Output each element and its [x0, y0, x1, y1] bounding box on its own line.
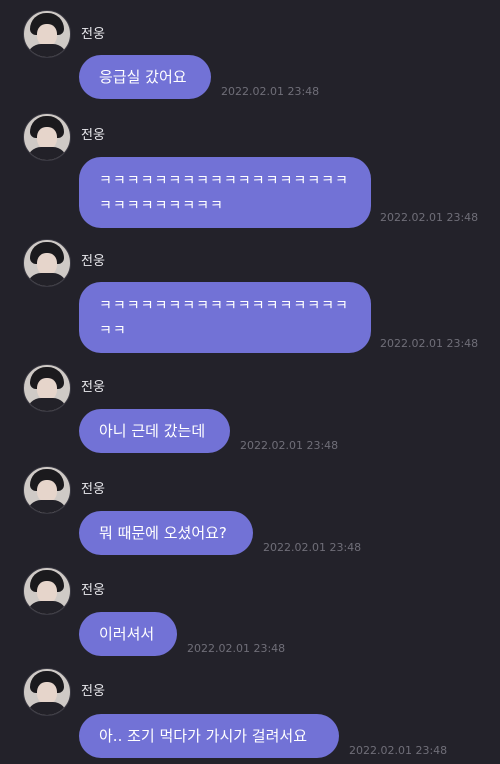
sender-name: 전웅	[81, 254, 105, 269]
message-timestamp: 2022.02.01 23:48	[221, 85, 320, 98]
avatar[interactable]	[23, 364, 71, 412]
message-bubble[interactable]: 뭐 때문에 오셨어요?	[79, 511, 253, 555]
message-bubble[interactable]: ㅋㅋㅋㅋㅋㅋㅋㅋㅋㅋㅋㅋㅋㅋㅋㅋㅋㅋ ㅋㅋ	[79, 282, 371, 353]
message-bubble[interactable]: 응급실 갔어요	[79, 55, 211, 99]
message-timestamp: 2022.02.01 23:48	[240, 439, 339, 452]
sender-name: 전웅	[81, 27, 105, 42]
avatar[interactable]	[23, 567, 71, 615]
avatar[interactable]	[23, 668, 71, 716]
message-timestamp: 2022.02.01 23:48	[380, 211, 479, 224]
message-bubble[interactable]: ㅋㅋㅋㅋㅋㅋㅋㅋㅋㅋㅋㅋㅋㅋㅋㅋㅋㅋ ㅋㅋㅋㅋㅋㅋㅋㅋㅋ	[79, 157, 371, 228]
message-timestamp: 2022.02.01 23:48	[349, 744, 448, 757]
sender-name: 전웅	[81, 128, 105, 143]
sender-name: 전웅	[81, 380, 105, 395]
avatar[interactable]	[23, 113, 71, 161]
message-timestamp: 2022.02.01 23:48	[187, 642, 286, 655]
sender-name: 전웅	[81, 583, 105, 598]
message-bubble[interactable]: 아.. 조기 먹다가 가시가 걸려서요	[79, 714, 339, 758]
message-bubble[interactable]: 이러셔서	[79, 612, 177, 656]
message-timestamp: 2022.02.01 23:48	[380, 337, 479, 350]
avatar[interactable]	[23, 239, 71, 287]
chat-screen: 전웅 응급실 갔어요 2022.02.01 23:48 전웅 ㅋㅋㅋㅋㅋㅋㅋㅋㅋ…	[0, 0, 500, 764]
avatar[interactable]	[23, 466, 71, 514]
message-bubble[interactable]: 아니 근데 갔는데	[79, 409, 230, 453]
message-timestamp: 2022.02.01 23:48	[263, 541, 362, 554]
sender-name: 전웅	[81, 684, 105, 699]
avatar[interactable]	[23, 10, 71, 58]
sender-name: 전웅	[81, 482, 105, 497]
